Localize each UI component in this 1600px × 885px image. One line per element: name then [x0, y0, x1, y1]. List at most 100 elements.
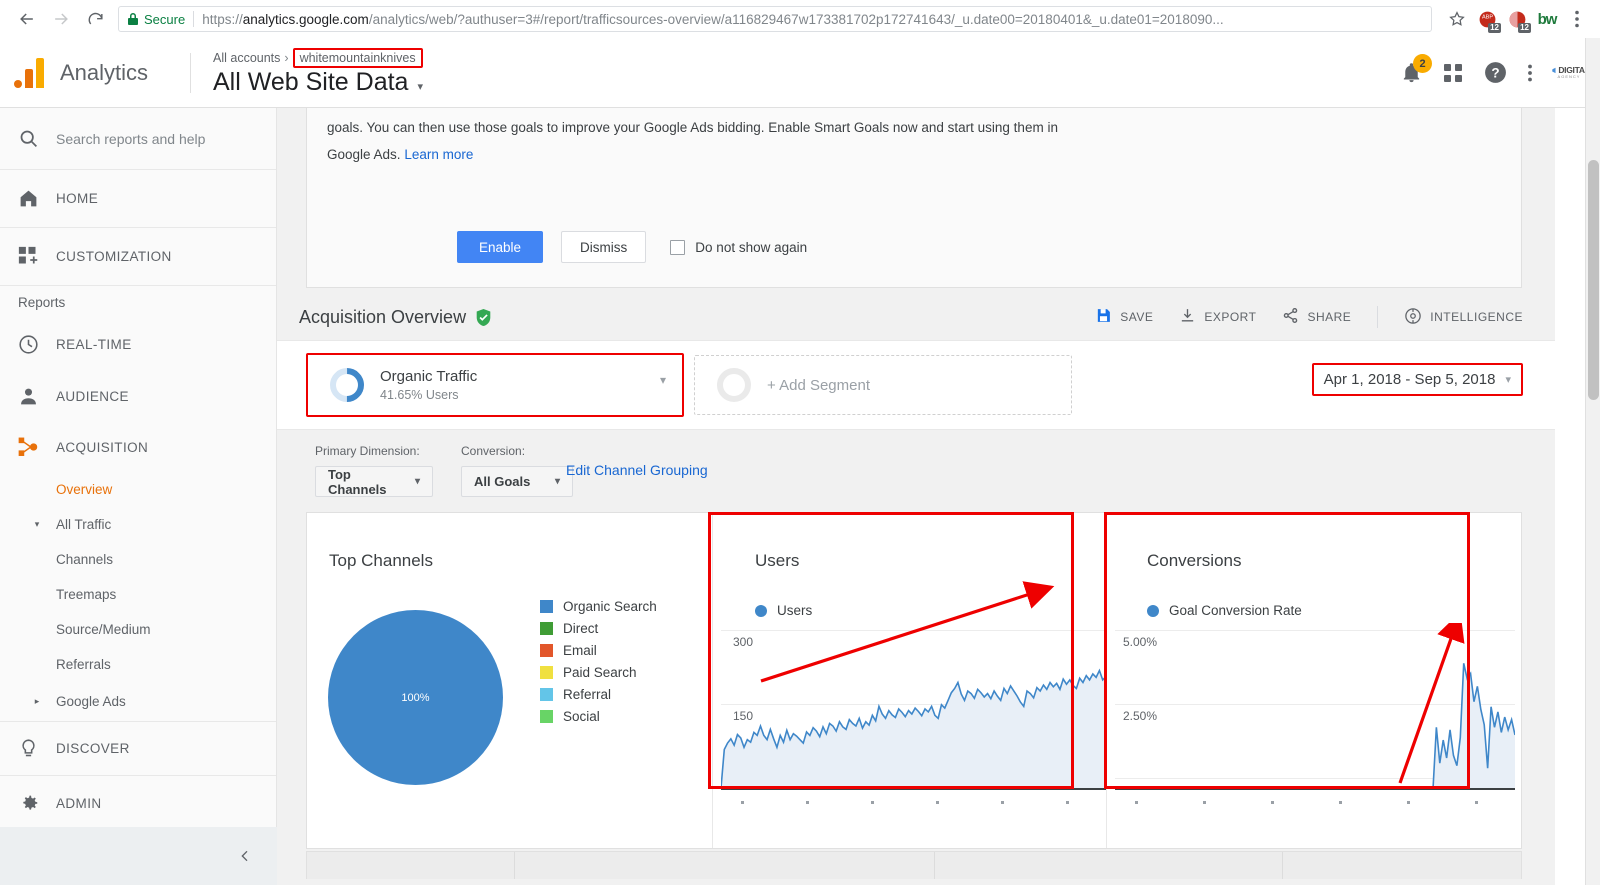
intelligence-button[interactable]: INTELLIGENCE — [1404, 307, 1523, 328]
analytics-brand[interactable]: Analytics — [0, 58, 190, 88]
notification-count-badge: 2 — [1413, 54, 1432, 73]
dismiss-button[interactable]: Dismiss — [561, 231, 646, 263]
apps-grid-icon[interactable] — [1443, 63, 1463, 83]
search-icon — [18, 128, 56, 149]
breadcrumb: All accounts › whitemountainknives — [213, 48, 423, 67]
view-selector[interactable]: All Web Site Data ▾ — [213, 68, 423, 97]
breadcrumb-all-accounts[interactable]: All accounts — [213, 51, 280, 65]
legend-item[interactable]: Organic Search — [540, 595, 657, 617]
x-axis-ticks — [721, 801, 1106, 813]
chrome-menu-icon[interactable] — [1564, 10, 1590, 28]
chevron-down-icon: ▾ — [417, 80, 423, 93]
sidebar-item-treemaps[interactable]: Treemaps — [0, 577, 276, 612]
sidebar-item-discover[interactable]: DISCOVER — [0, 722, 276, 776]
bookmark-star-icon[interactable] — [1448, 10, 1466, 28]
svg-text:?: ? — [1491, 66, 1499, 81]
breadcrumb-account-name[interactable]: whitemountainknives — [293, 48, 423, 68]
legend-item[interactable]: Paid Search — [540, 661, 657, 683]
learn-more-link[interactable]: Learn more — [404, 147, 473, 162]
save-button[interactable]: SAVE — [1095, 307, 1153, 327]
report-header: Acquisition Overview SAVE EXPORT — [277, 296, 1555, 338]
adblock-extension-icon[interactable]: ABP 12 — [1474, 6, 1500, 32]
conversion-select[interactable]: All Goals ▾ — [461, 466, 573, 497]
sidebar-collapse-button[interactable] — [0, 827, 277, 885]
pie-slice-organic-search[interactable]: 100% — [328, 610, 503, 785]
save-icon — [1095, 307, 1112, 327]
date-range-selector[interactable]: Apr 1, 2018 - Sep 5, 2018 ▾ — [1312, 363, 1523, 396]
do-not-show-again-label: Do not show again — [695, 240, 807, 255]
secure-label: Secure — [144, 12, 185, 27]
sidebar-item-acquisition[interactable]: ACQUISITION — [0, 422, 276, 472]
chart-title: Users — [755, 551, 799, 571]
search-reports-row[interactable]: Search reports and help — [0, 108, 276, 170]
sidebar-item-real-time[interactable]: REAL-TIME — [0, 318, 276, 370]
horizontal-scrollbar[interactable] — [277, 879, 1555, 885]
share-label: SHARE — [1307, 310, 1351, 324]
sidebar-item-admin[interactable]: ADMIN — [0, 776, 276, 830]
scrollbar-thumb[interactable] — [1588, 160, 1599, 400]
sidebar-subitem-label: Source/Medium — [56, 622, 151, 637]
back-arrow-icon[interactable] — [10, 2, 44, 36]
sidebar-subitem-label: Channels — [56, 552, 113, 567]
help-circle-icon[interactable]: ? — [1483, 60, 1508, 85]
users-area-series[interactable] — [721, 630, 1106, 790]
legend-item[interactable]: Email — [540, 639, 657, 661]
bell-icon[interactable]: 2 — [1400, 61, 1423, 84]
sidebar-item-audience[interactable]: AUDIENCE — [0, 370, 276, 422]
pie-legend: Organic Search Direct Email Paid Search … — [540, 595, 657, 727]
sidebar-item-referrals[interactable]: Referrals — [0, 647, 276, 682]
search-input[interactable]: Search reports and help — [56, 131, 205, 147]
primary-dimension-value: Top Channels — [328, 467, 403, 497]
do-not-show-again-checkbox[interactable] — [670, 240, 685, 255]
share-button[interactable]: SHARE — [1282, 307, 1351, 327]
url-domain: analytics.google.com — [243, 12, 369, 27]
sidebar-item-google-ads[interactable]: ▸ Google Ads — [0, 682, 276, 722]
reload-icon[interactable] — [78, 2, 112, 36]
clock-icon — [18, 334, 56, 355]
conversions-area-series[interactable] — [1115, 630, 1515, 790]
url-path: /analytics/web/?authuser=3#/report/traff… — [369, 12, 1224, 27]
legend-item[interactable]: Direct — [540, 617, 657, 639]
share-icon — [1282, 307, 1299, 327]
legend-item[interactable]: Social — [540, 705, 657, 727]
top-channels-chart: Top Channels 100% Organic Search Direct … — [307, 513, 712, 848]
vertical-dots-icon[interactable] — [1528, 64, 1532, 82]
ublock-extension-icon[interactable]: 12 — [1504, 6, 1530, 32]
address-bar[interactable]: Secure https://analytics.google.com/anal… — [118, 6, 1432, 32]
legend-dot-icon — [755, 605, 767, 617]
sidebar-item-label: REAL-TIME — [56, 337, 132, 352]
chart-title: Top Channels — [329, 551, 433, 571]
omnibox-divider — [193, 11, 194, 27]
smart-goals-banner: goals. You can then use those goals to i… — [306, 108, 1522, 288]
legend-item[interactable]: Referral — [540, 683, 657, 705]
legend-label: Direct — [563, 621, 598, 636]
do-not-show-again-row[interactable]: Do not show again — [670, 240, 807, 255]
digital-agency-avatar[interactable]: ◄ DIGITAL AGENCY — [1552, 56, 1586, 90]
legend-swatch-icon — [540, 644, 553, 657]
bitwarden-extension-icon[interactable]: bw — [1534, 6, 1560, 32]
sidebar-item-customization[interactable]: CUSTOMIZATION — [0, 228, 276, 286]
date-range-value: Apr 1, 2018 - Sep 5, 2018 — [1324, 371, 1496, 388]
organic-traffic-segment[interactable]: Organic Traffic 41.65% Users ▾ — [306, 353, 684, 417]
edit-channel-grouping-link[interactable]: Edit Channel Grouping — [566, 462, 708, 478]
sidebar-item-source-medium[interactable]: Source/Medium — [0, 612, 276, 647]
export-button[interactable]: EXPORT — [1179, 307, 1256, 327]
page-title: Acquisition Overview — [299, 307, 466, 328]
reports-section-label: Reports — [0, 286, 276, 318]
person-icon — [18, 386, 56, 407]
chart-legend: Goal Conversion Rate — [1147, 603, 1302, 618]
enable-button[interactable]: Enable — [457, 231, 543, 263]
sidebar-item-all-traffic[interactable]: ▾ All Traffic — [0, 507, 276, 542]
segment-info: Organic Traffic 41.65% Users — [380, 368, 477, 402]
sidebar-item-home[interactable]: HOME — [0, 170, 276, 228]
avatar-bottom-label: AGENCY — [1558, 75, 1581, 79]
sidebar-item-channels[interactable]: Channels — [0, 542, 276, 577]
primary-dimension-select[interactable]: Top Channels ▾ — [315, 466, 433, 497]
add-segment-button[interactable]: + Add Segment — [694, 355, 1072, 415]
chevron-down-icon[interactable]: ▾ — [660, 373, 666, 387]
conversions-chart: Conversions Goal Conversion Rate 5.00% 2… — [1107, 513, 1521, 848]
sidebar-subitem-label: All Traffic — [56, 517, 111, 532]
property-selector[interactable]: All accounts › whitemountainknives All W… — [191, 48, 423, 97]
vertical-scrollbar[interactable] — [1585, 38, 1600, 885]
sidebar-item-overview[interactable]: Overview — [0, 472, 276, 507]
